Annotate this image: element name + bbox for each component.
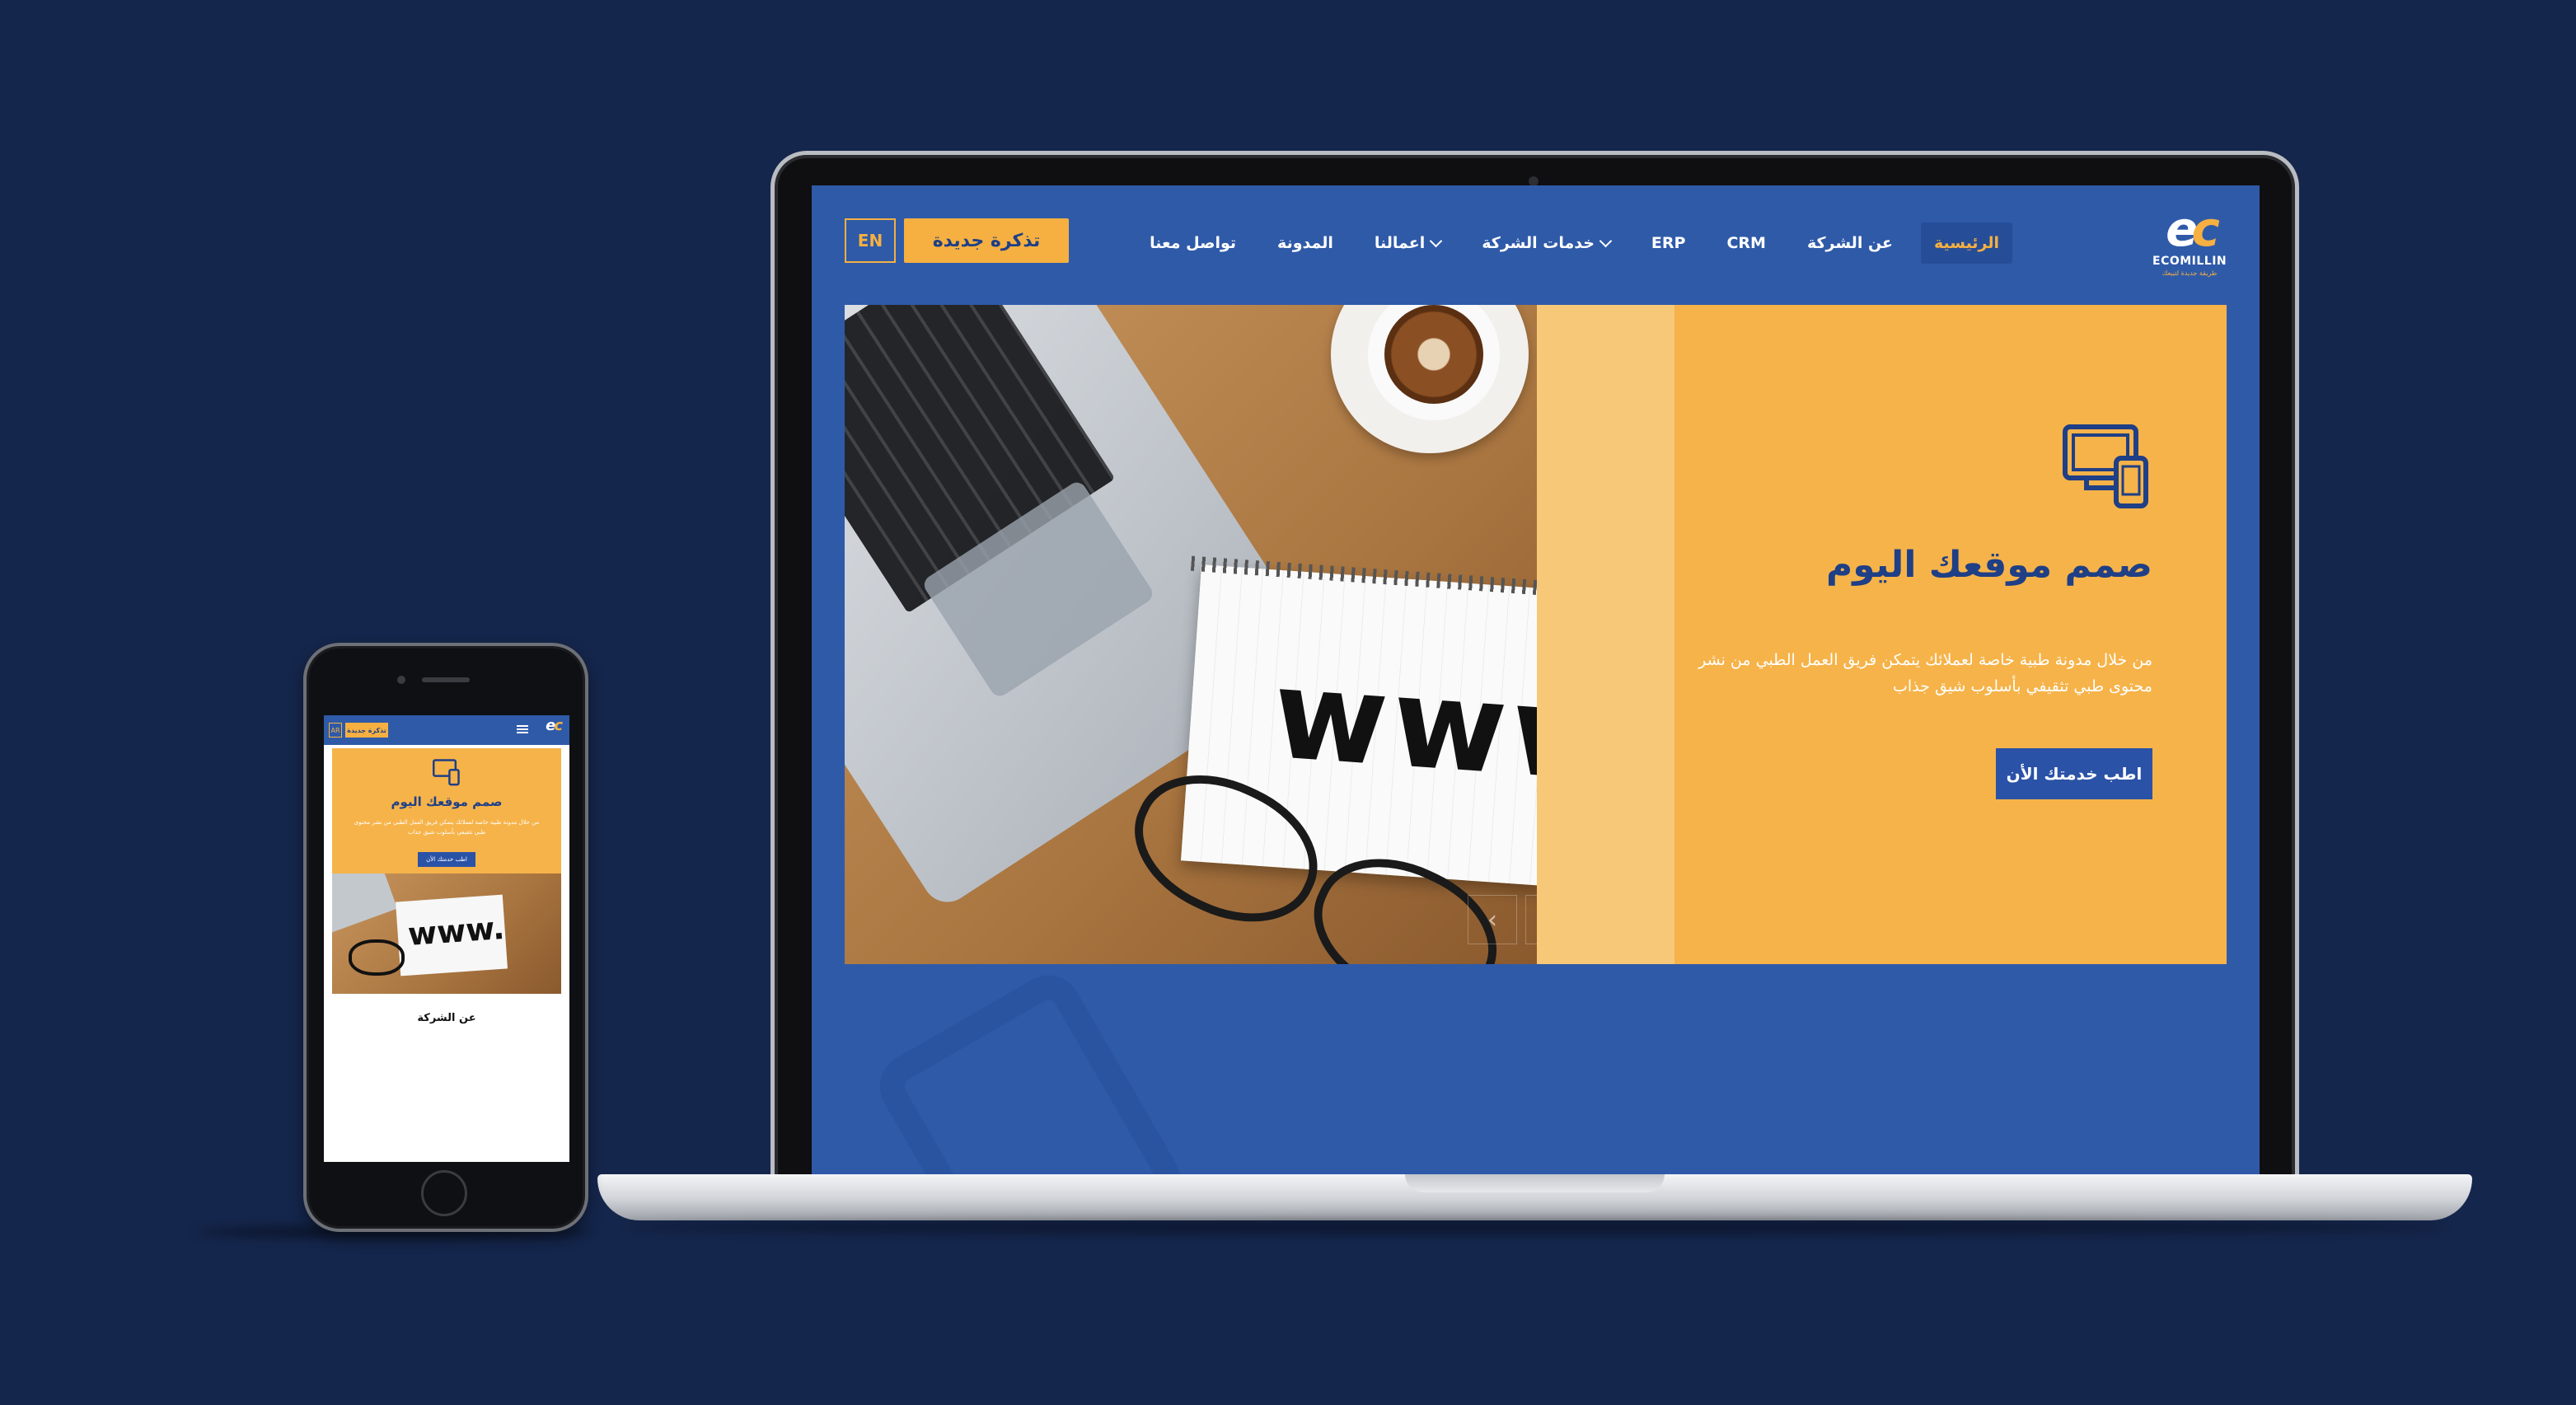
phone-screen: ec تذكرة جديدة AR صمم موقعك اليوم من خلا…: [324, 715, 569, 1162]
nav-item-blog[interactable]: المدونة: [1264, 222, 1347, 264]
mobile-hero-photo: www.: [332, 873, 561, 994]
hamburger-menu-icon[interactable]: [517, 725, 528, 733]
phone-speaker: [422, 677, 470, 682]
mobile-order-service-button[interactable]: اطب خدمتك الأن: [418, 852, 475, 867]
mobile-hero-description: من خلال مدونة طبية خاصة لعملائك يتمكن فر…: [354, 819, 540, 836]
mobile-language-toggle[interactable]: AR: [329, 723, 342, 738]
nav-item-crm[interactable]: CRM: [1713, 222, 1778, 264]
mobile-new-ticket-button[interactable]: تذكرة جديدة: [345, 723, 388, 738]
site-logo[interactable]: ec ECOMILLIN طريقة جديدة لتبيعك: [2152, 205, 2227, 283]
nav-item-about-label: عن الشركة: [1806, 234, 1894, 252]
nav-item-about[interactable]: عن الشركة: [1794, 222, 1906, 264]
mobile-about-heading: عن الشركة: [417, 1012, 476, 1024]
nav-item-home-label: الرئيسية: [1934, 234, 1999, 252]
laptop-notch: [1405, 1174, 1665, 1192]
order-service-button[interactable]: اطب خدمتك الأن: [1996, 748, 2152, 799]
mobile-hero-title: صمم موقعك اليوم: [391, 794, 503, 809]
laptop-screen: ec ECOMILLIN طريقة جديدة لتبيعك الرئيسية…: [812, 185, 2260, 1174]
nav-item-services[interactable]: خدمات الشركة: [1468, 222, 1623, 264]
phone-camera: [397, 676, 405, 684]
nav-item-portfolio-label: اعمالنا: [1374, 234, 1426, 252]
hero-title: صمم موقعك اليوم: [1826, 544, 2152, 586]
mobile-photo-glasses: [349, 939, 405, 976]
logo-tagline: طريقة جديدة لتبيعك: [2161, 269, 2218, 277]
mobile-hero: صمم موقعك اليوم من خلال مدونة طبية خاصة …: [332, 748, 561, 873]
hero-content-panel: صمم موقعك اليوم من خلال مدونة طبية خاصة …: [1537, 305, 2227, 964]
mobile-header: ec تذكرة جديدة AR: [324, 715, 569, 745]
site-header: ec ECOMILLIN طريقة جديدة لتبيعك الرئيسية…: [812, 185, 2260, 301]
language-toggle-button[interactable]: EN: [845, 218, 896, 263]
hero-description: من خلال مدونة طبية خاصة لعملائك يتمكن فر…: [1698, 651, 2152, 695]
new-ticket-button[interactable]: تذكرة جديدة: [904, 218, 1069, 263]
nav-item-crm-label: CRM: [1726, 234, 1766, 252]
laptop-shadow: [626, 1220, 2447, 1234]
nav-item-erp[interactable]: ERP: [1638, 222, 1699, 264]
nav-item-portfolio[interactable]: اعمالنا: [1361, 222, 1454, 264]
devices-icon: [433, 759, 460, 786]
nav-item-contact-label: تواصل معنا: [1150, 234, 1237, 252]
slider-next-button[interactable]: ›: [1525, 895, 1537, 944]
mobile-photo-www-text: www.: [406, 909, 506, 953]
logo-mark: ec: [2166, 201, 2220, 257]
nav-item-blog-label: المدونة: [1277, 234, 1333, 252]
photo-coffee: [1384, 305, 1483, 404]
nav-item-services-label: خدمات الشركة: [1482, 234, 1595, 252]
logo-name: ECOMILLIN: [2152, 255, 2227, 268]
main-menu: الرئيسية عن الشركة CRM ERP خدمات الشركة …: [1136, 220, 2012, 266]
hero-photo: www ‹ ›: [845, 305, 1537, 964]
chevron-down-icon: [1599, 234, 1613, 247]
nav-item-home[interactable]: الرئيسية: [1921, 222, 2012, 264]
nav-item-contact[interactable]: تواصل معنا: [1136, 222, 1249, 264]
chevron-down-icon: [1429, 234, 1443, 247]
mobile-photo-laptop: [332, 873, 398, 934]
background-watermark: [868, 962, 1192, 1174]
slider-prev-button[interactable]: ‹: [1468, 895, 1517, 944]
phone-home-button[interactable]: [421, 1170, 467, 1216]
mobile-logo[interactable]: ec: [546, 717, 563, 734]
devices-icon: [2063, 424, 2148, 508]
nav-item-erp-label: ERP: [1651, 234, 1686, 252]
hero-slider: www ‹ › صمم موقعك اليوم من خلال مدونة طب…: [845, 305, 2227, 964]
